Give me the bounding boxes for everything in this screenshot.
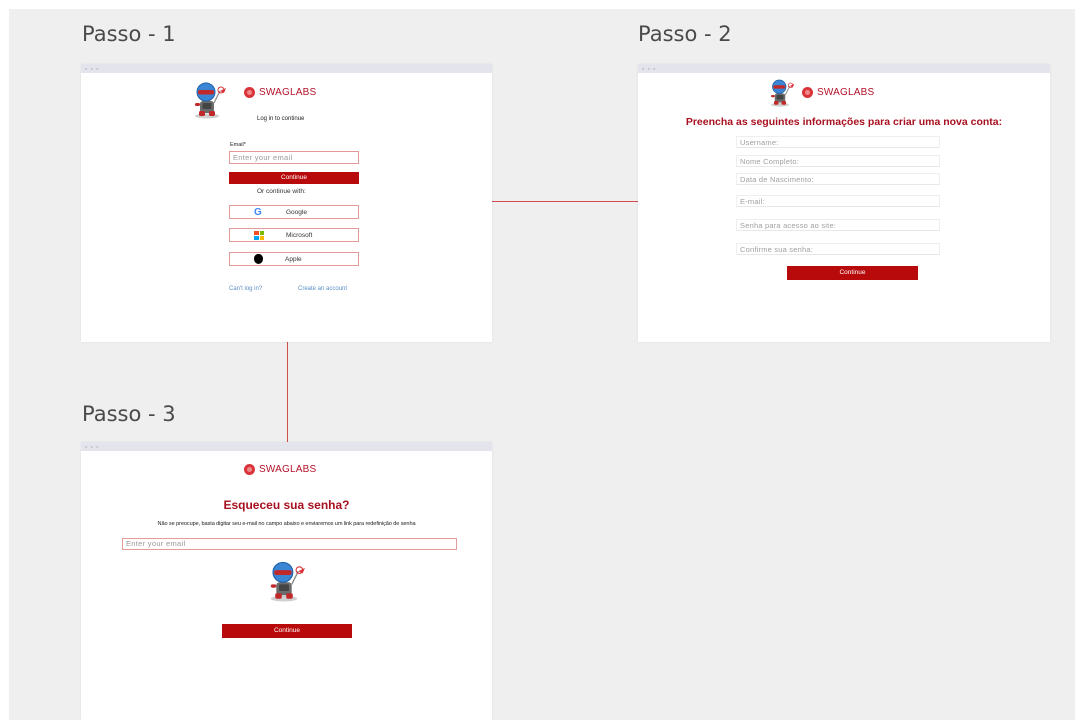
robot-mascot-icon — [765, 77, 795, 107]
email-field[interactable]: E-mail: — [736, 195, 940, 207]
login-subtitle: Log in to continue — [257, 116, 305, 122]
forgot-password-description: Não se preocupe, basta digitar seu e-mai… — [157, 521, 416, 527]
apple-icon — [254, 254, 263, 264]
step-1-frame: ● ● ● SWAGLABS Log in to continue Email*… — [81, 64, 492, 342]
apple-button[interactable]: Apple — [229, 252, 359, 266]
connector-step1-step2 — [492, 201, 638, 202]
email-label: Email* — [230, 142, 246, 148]
microsoft-icon — [254, 230, 264, 240]
swaglabs-logo: SWAGLABS — [802, 87, 874, 98]
swaglabs-logo-icon — [244, 87, 255, 98]
microsoft-button[interactable]: Microsoft — [229, 228, 359, 242]
swaglabs-logo: SWAGLABS — [244, 464, 316, 475]
frame-titlebar: ● ● ● — [638, 64, 1050, 73]
continue-button[interactable]: Continue — [787, 266, 918, 280]
robot-mascot-icon — [187, 79, 227, 119]
or-continue-text: Or continue with: — [257, 188, 306, 195]
apple-label: Apple — [285, 255, 302, 263]
brand-name: SWAGLABS — [259, 464, 317, 475]
email-input[interactable]: Enter your email — [229, 151, 359, 164]
cant-login-link[interactable]: Can't log in? — [229, 286, 262, 292]
step-2-title: Passo - 2 — [638, 22, 732, 46]
continue-button[interactable]: Continue — [229, 172, 359, 184]
full-name-field[interactable]: Nome Completo: — [736, 155, 940, 167]
swaglabs-logo: SWAGLABS — [244, 87, 316, 98]
email-input[interactable]: Enter your email — [122, 538, 457, 550]
password-field[interactable]: Senha para acesso ao site: — [736, 219, 940, 231]
birth-date-field[interactable]: Data de Nascimento: — [736, 173, 940, 185]
swaglabs-logo-icon — [244, 464, 255, 475]
brand-name: SWAGLABS — [817, 87, 875, 98]
microsoft-label: Microsoft — [286, 231, 313, 239]
confirm-password-field[interactable]: Confirme sua senha: — [736, 243, 940, 255]
frame-titlebar: ● ● ● — [81, 64, 492, 73]
connector-step1-step3 — [287, 342, 288, 454]
create-account-link[interactable]: Create an account — [298, 286, 347, 292]
google-button[interactable]: G Google — [229, 205, 359, 219]
google-icon: G — [254, 206, 262, 218]
google-label: Google — [286, 208, 307, 216]
step-3-title: Passo - 3 — [82, 402, 176, 426]
forgot-password-heading: Esqueceu sua senha? — [223, 498, 350, 512]
brand-name: SWAGLABS — [259, 87, 317, 98]
robot-mascot-icon — [262, 558, 306, 602]
signup-heading: Preencha as seguintes informações para c… — [685, 116, 1003, 128]
step-1-title: Passo - 1 — [82, 22, 176, 46]
username-field[interactable]: Username: — [736, 136, 940, 148]
frame-titlebar: ● ● ● — [81, 442, 492, 451]
continue-button[interactable]: Continue — [222, 624, 352, 638]
step-2-frame: ● ● ● SWAGLABS Preencha as seguintes inf… — [638, 64, 1050, 342]
swaglabs-logo-icon — [802, 87, 813, 98]
step-3-frame: ● ● ● SWAGLABS Esqueceu sua senha? Não s… — [81, 442, 492, 720]
